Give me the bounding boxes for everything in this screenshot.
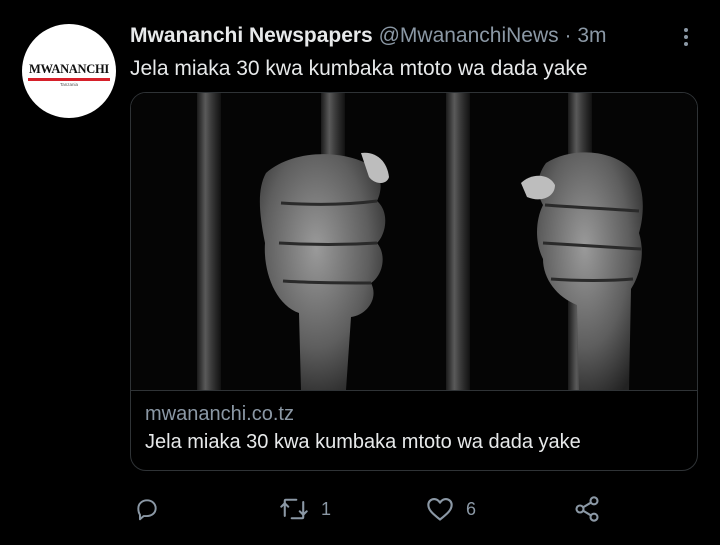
avatar-logo-tagline: Tanzania [59, 82, 78, 87]
reply-icon [137, 499, 157, 521]
prison-bar [446, 93, 470, 390]
prison-bar [197, 93, 221, 390]
tweet-timestamp[interactable]: 3m [577, 24, 606, 47]
tweet-text: Jela miaka 30 kwa kumbaka mtoto wa dada … [130, 57, 588, 80]
author-name[interactable]: Mwananchi Newspapers [130, 24, 373, 47]
avatar-logo-text: MWANANCHI [29, 62, 109, 76]
like-count: 6 [466, 498, 477, 519]
card-footer[interactable]: mwananchi.co.tz Jela miaka 30 kwa kumbak… [131, 390, 697, 470]
share-button[interactable] [573, 491, 601, 527]
like-button[interactable]: 6 [426, 491, 476, 527]
card-domain: mwananchi.co.tz [145, 403, 294, 425]
retweet-count: 1 [321, 498, 332, 519]
tweet-header: Mwananchi Newspapers @MwananchiNews · 3m [130, 24, 607, 48]
avatar[interactable]: MWANANCHI Tanzania [22, 24, 116, 118]
retweet-icon [280, 498, 308, 520]
heart-icon [427, 498, 453, 521]
tweet-actions: 1 6 [130, 491, 698, 527]
time-separator: · [558, 24, 578, 47]
link-card[interactable]: mwananchi.co.tz Jela miaka 30 kwa kumbak… [130, 92, 698, 471]
share-icon [575, 496, 599, 522]
avatar-logo-bar [28, 78, 110, 81]
card-image[interactable] [131, 93, 697, 390]
reply-button[interactable] [134, 491, 172, 527]
card-title: Jela miaka 30 kwa kumbaka mtoto wa dada … [145, 431, 581, 453]
author-handle[interactable]: @MwananchiNews [379, 24, 559, 47]
more-vertical-icon[interactable] [676, 24, 696, 48]
retweet-button[interactable]: 1 [279, 491, 331, 527]
